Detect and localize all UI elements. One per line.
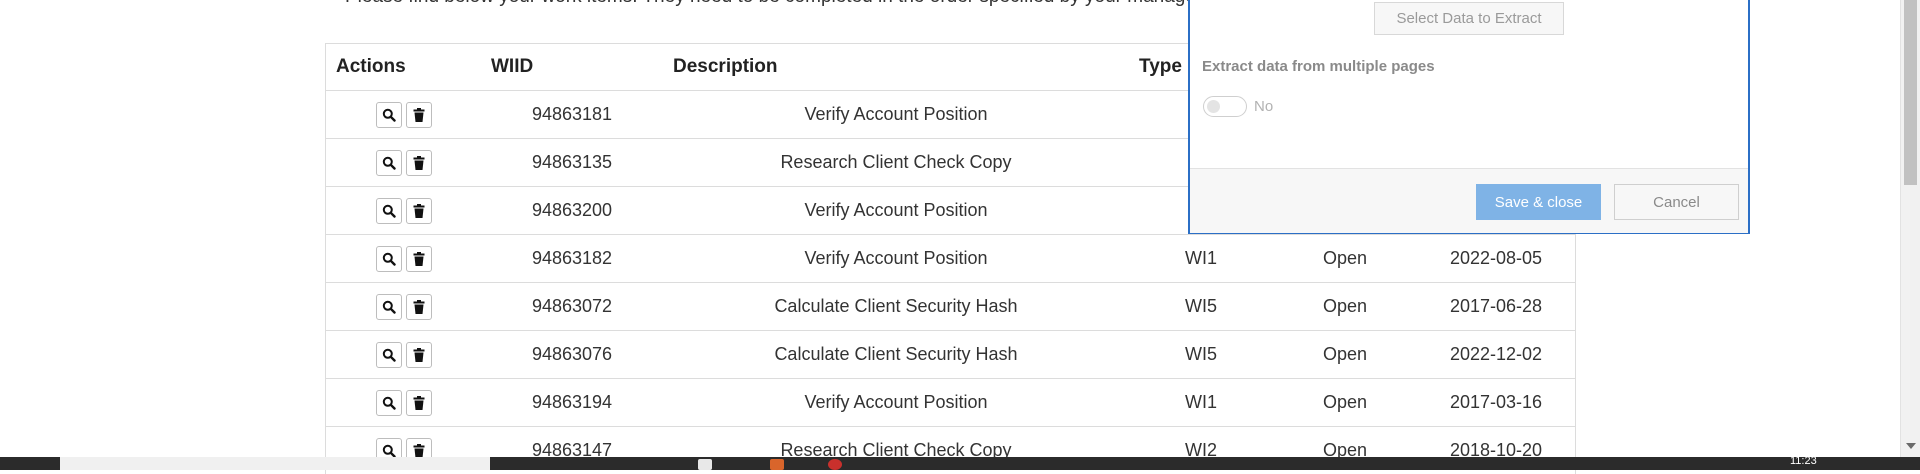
view-search-icon[interactable] <box>376 150 402 176</box>
browser-icon[interactable] <box>828 459 842 470</box>
row-wiid: 94863076 <box>481 331 663 379</box>
row-description: Verify Account Position <box>663 379 1129 427</box>
delete-trash-icon[interactable] <box>406 102 432 128</box>
file-explorer-icon[interactable] <box>698 459 712 470</box>
delete-trash-icon[interactable] <box>406 342 432 368</box>
row-description: Verify Account Position <box>663 235 1129 283</box>
taskbar-search[interactable] <box>60 457 490 470</box>
row-date: 2022-12-02 <box>1417 331 1575 379</box>
row-type: WI1 <box>1129 379 1273 427</box>
row-wiid: 94863135 <box>481 139 663 187</box>
header-wiid: WIID <box>481 44 663 91</box>
row-actions <box>326 379 481 427</box>
row-actions <box>326 187 481 235</box>
row-description: Research Client Check Copy <box>663 139 1129 187</box>
row-date: 2022-08-05 <box>1417 235 1575 283</box>
row-wiid: 94863194 <box>481 379 663 427</box>
view-search-icon[interactable] <box>376 390 402 416</box>
scrollbar-thumb[interactable] <box>1904 0 1917 185</box>
row-status: Open <box>1273 379 1417 427</box>
toggle-state-label: No <box>1254 98 1273 115</box>
row-description: Verify Account Position <box>663 91 1129 139</box>
delete-trash-icon[interactable] <box>406 294 432 320</box>
row-description: Calculate Client Security Hash <box>663 283 1129 331</box>
taskbar-clock: 11:23 <box>1790 455 1817 467</box>
table-row: 94863194Verify Account PositionWI1Open20… <box>326 379 1575 427</box>
intro-text: Please find below your work items. They … <box>345 0 1206 8</box>
header-actions: Actions <box>326 44 481 91</box>
cancel-button[interactable]: Cancel <box>1614 184 1739 220</box>
scroll-down-arrow-icon[interactable] <box>1906 443 1916 449</box>
table-row: 94863076Calculate Client Security HashWI… <box>326 331 1575 379</box>
delete-trash-icon[interactable] <box>406 150 432 176</box>
multi-page-toggle[interactable] <box>1203 96 1247 117</box>
row-status: Open <box>1273 235 1417 283</box>
row-status: Open <box>1273 283 1417 331</box>
row-wiid: 94863200 <box>481 187 663 235</box>
row-wiid: 94863072 <box>481 283 663 331</box>
row-type: WI5 <box>1129 283 1273 331</box>
row-date: 2017-03-16 <box>1417 379 1575 427</box>
delete-trash-icon[interactable] <box>406 390 432 416</box>
row-actions <box>326 139 481 187</box>
row-actions <box>326 235 481 283</box>
row-actions <box>326 283 481 331</box>
row-wiid: 94863181 <box>481 91 663 139</box>
row-date: 2017-06-28 <box>1417 283 1575 331</box>
multi-page-label: Extract data from multiple pages <box>1202 58 1435 75</box>
row-type: WI1 <box>1129 235 1273 283</box>
row-type: WI5 <box>1129 331 1273 379</box>
modal-footer: Save & close Cancel <box>1190 168 1748 233</box>
select-data-button[interactable]: Select Data to Extract <box>1374 2 1564 35</box>
save-close-button[interactable]: Save & close <box>1476 184 1601 220</box>
row-description: Verify Account Position <box>663 187 1129 235</box>
table-row: 94863072Calculate Client Security HashWI… <box>326 283 1575 331</box>
os-taskbar: 11:23 <box>0 457 1920 470</box>
header-description: Description <box>663 44 1129 91</box>
view-search-icon[interactable] <box>376 102 402 128</box>
row-actions <box>326 91 481 139</box>
view-search-icon[interactable] <box>376 342 402 368</box>
delete-trash-icon[interactable] <box>406 198 432 224</box>
toggle-knob <box>1207 100 1220 113</box>
vertical-scrollbar[interactable] <box>1900 0 1920 457</box>
table-row: 94863182Verify Account PositionWI1Open20… <box>326 235 1575 283</box>
row-actions <box>326 331 481 379</box>
extract-data-modal: Select Data to Extract Extract data from… <box>1188 0 1750 234</box>
view-search-icon[interactable] <box>376 198 402 224</box>
view-search-icon[interactable] <box>376 246 402 272</box>
row-status: Open <box>1273 331 1417 379</box>
app-icon[interactable] <box>770 459 784 470</box>
delete-trash-icon[interactable] <box>406 246 432 272</box>
row-wiid: 94863182 <box>481 235 663 283</box>
view-search-icon[interactable] <box>376 294 402 320</box>
row-description: Calculate Client Security Hash <box>663 331 1129 379</box>
